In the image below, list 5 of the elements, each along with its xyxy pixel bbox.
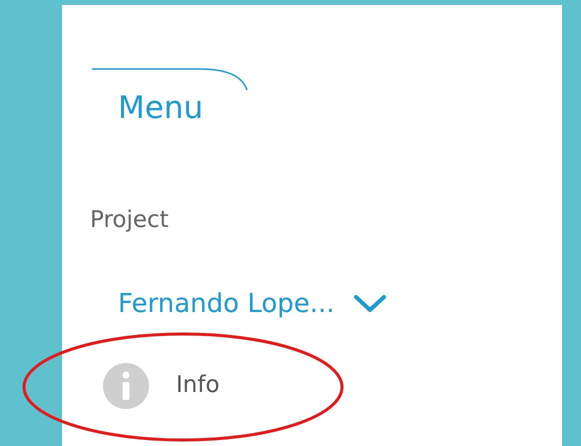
info-link[interactable]: Info — [176, 368, 220, 403]
chevron-down-icon — [352, 294, 387, 314]
project-label: Project — [90, 207, 170, 235]
info-icon — [102, 362, 150, 410]
menu-title: Menu — [118, 93, 204, 124]
